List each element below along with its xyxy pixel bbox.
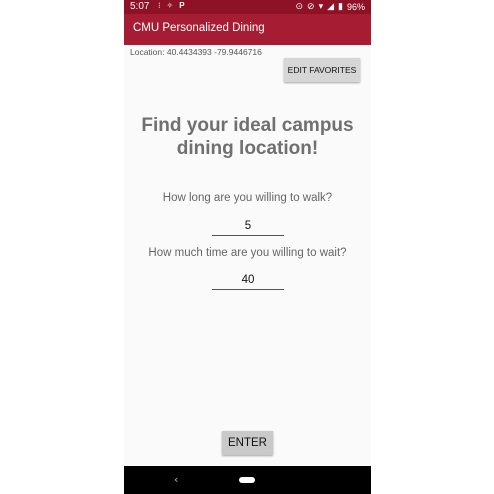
sync-icon: ✧ bbox=[166, 1, 174, 10]
status-time: 5:07 bbox=[130, 1, 150, 12]
app-title: CMU Personalized Dining bbox=[133, 22, 265, 34]
status-bar: 5:07 ⁝ ✧ P ⊙ ⊘ ▾ ◢ ▮ 96% bbox=[124, 0, 371, 14]
notification-icon: ⁝ bbox=[158, 1, 161, 10]
walk-time-input[interactable] bbox=[212, 217, 284, 236]
location-icon: ⊙ bbox=[295, 1, 304, 11]
parking-icon: P bbox=[179, 1, 185, 10]
battery-icon: ▮ bbox=[338, 1, 343, 11]
back-icon[interactable]: ‹ bbox=[174, 473, 178, 486]
wifi-icon: ▾ bbox=[318, 1, 324, 11]
status-left-icons: ⁝ ✧ P bbox=[158, 1, 185, 10]
home-pill-icon[interactable] bbox=[239, 477, 255, 483]
edit-favorites-button[interactable]: EDIT FAVORITES bbox=[284, 58, 360, 82]
page-headline: Find your ideal campus dining location! bbox=[141, 115, 354, 159]
navigation-bar: ‹ bbox=[124, 466, 371, 494]
phone-screen: 5:07 ⁝ ✧ P ⊙ ⊘ ▾ ◢ ▮ 96% CMU Personalize… bbox=[124, 0, 371, 494]
wait-time-input[interactable] bbox=[212, 271, 284, 290]
app-bar: CMU Personalized Dining bbox=[124, 14, 371, 45]
location-readout: Location: 40.4434393 -79.9446716 bbox=[130, 47, 262, 57]
signal-icon: ◢ bbox=[327, 1, 335, 11]
walk-question-label: How long are you willing to walk? bbox=[162, 192, 333, 204]
do-not-disturb-icon: ⊘ bbox=[307, 1, 315, 11]
wait-question-label: How much time are you willing to wait? bbox=[148, 247, 347, 259]
battery-level: 96% bbox=[346, 1, 365, 12]
status-right-icons: ⊙ ⊘ ▾ ◢ ▮ 96% bbox=[295, 1, 365, 12]
enter-button[interactable]: ENTER bbox=[222, 431, 273, 455]
